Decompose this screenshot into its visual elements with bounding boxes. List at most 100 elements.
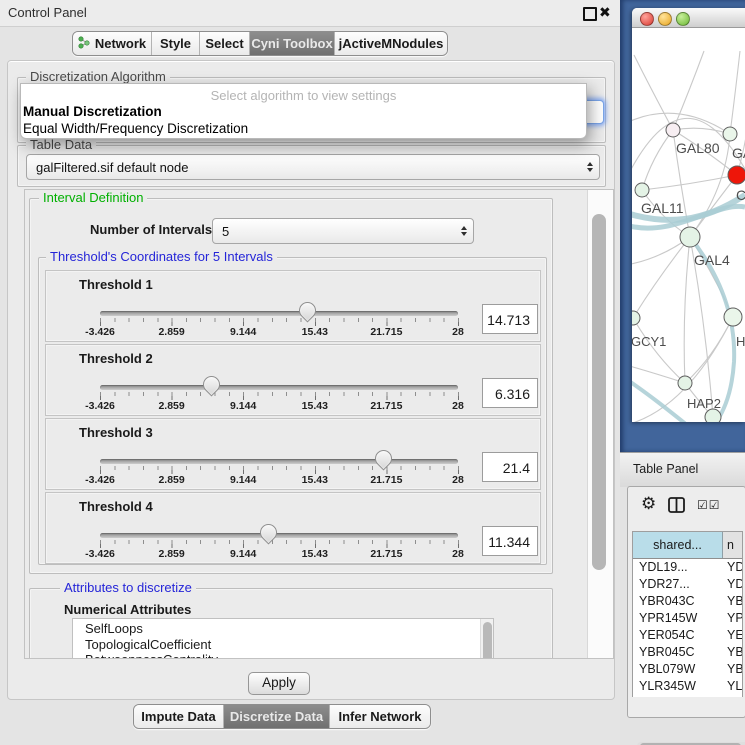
network-node[interactable]	[728, 166, 745, 184]
settings-vertical-scrollbar[interactable]	[587, 190, 614, 658]
attribute-list-item[interactable]: BetweennessCentrality	[73, 652, 493, 659]
close-traffic-light-icon[interactable]	[640, 12, 654, 26]
network-edge[interactable]	[684, 237, 690, 383]
column-view-icon[interactable]	[668, 497, 685, 518]
slider-track[interactable]	[100, 533, 458, 538]
combobox-stepper-icon	[455, 226, 473, 236]
attributes-scrollbar[interactable]	[480, 619, 493, 659]
threshold-value-field[interactable]: 6.316	[482, 378, 538, 408]
table-row[interactable]: YBL079WYBL0	[633, 660, 742, 677]
column-header-name[interactable]: n	[723, 532, 742, 558]
node-table: shared... n YDL19...YDL1YDR27...YDR2YBR0…	[632, 531, 743, 697]
tab-label: Select	[205, 36, 243, 51]
tab-cyni-toolbox[interactable]: Cyni Toolbox	[250, 32, 335, 55]
table-row[interactable]: YLR345WYLR3	[633, 677, 742, 694]
zoom-traffic-light-icon[interactable]	[676, 12, 690, 26]
tab-network[interactable]: Network	[73, 32, 152, 55]
network-node[interactable]	[678, 376, 692, 390]
network-node-label: HAP2	[687, 396, 721, 411]
cell-name[interactable]: YIL0	[722, 696, 742, 699]
dropdown-option-equal-width-frequency[interactable]: Equal Width/Frequency Discretization	[23, 121, 248, 136]
scrollbar-thumb[interactable]	[592, 214, 606, 570]
cell-shared-name[interactable]: YIL052C	[633, 696, 722, 699]
cell-name[interactable]: YBR0	[722, 594, 742, 608]
cell-name[interactable]: YBL0	[722, 662, 742, 676]
table-row[interactable]: YDL19...YDL1	[633, 558, 742, 575]
close-icon[interactable]: ✖	[599, 4, 611, 21]
tab-label: jActiveMNodules	[339, 36, 444, 51]
network-edge[interactable]	[642, 175, 737, 190]
network-node-label: GAL80	[676, 140, 720, 156]
tick-label: 28	[452, 548, 464, 560]
cell-name[interactable]: YDR2	[722, 577, 742, 591]
network-edge[interactable]	[632, 365, 685, 383]
apply-button[interactable]: Apply	[248, 672, 310, 695]
tab-style[interactable]: Style	[152, 32, 200, 55]
network-edge[interactable]	[633, 237, 690, 318]
cell-shared-name[interactable]: YDL19...	[633, 560, 722, 574]
cell-name[interactable]: YER0	[722, 628, 742, 642]
tab-label: Impute Data	[141, 709, 215, 724]
thresholds-group: Threshold's Coordinates for 5 Intervals …	[38, 257, 547, 565]
table-row[interactable]: YDR27...YDR2	[633, 575, 742, 592]
cell-shared-name[interactable]: YBR045C	[633, 645, 722, 659]
control-panel-titlebar: Control Panel ✖	[0, 0, 620, 27]
table-row[interactable]: YIL052CYIL0	[633, 694, 742, 698]
tick-label: 9.144	[230, 400, 256, 412]
slider-track[interactable]	[100, 311, 458, 316]
cell-shared-name[interactable]: YBR043C	[633, 594, 722, 608]
cell-name[interactable]: YLR3	[722, 679, 742, 693]
network-window-titlebar[interactable]	[632, 8, 745, 28]
network-node[interactable]	[666, 123, 680, 137]
network-edge[interactable]	[634, 55, 673, 130]
tab-impute-data[interactable]: Impute Data	[134, 705, 224, 728]
table-row[interactable]: YBR043CYBR0	[633, 592, 742, 609]
tab-select[interactable]: Select	[200, 32, 250, 55]
attribute-list-item[interactable]: SelfLoops	[73, 621, 493, 637]
network-node[interactable]	[632, 311, 640, 325]
network-node[interactable]	[723, 127, 737, 141]
network-edge[interactable]	[633, 318, 685, 383]
cell-name[interactable]: YDL1	[722, 560, 742, 574]
tab-discretize-data[interactable]: Discretize Data	[224, 705, 330, 728]
combobox-value: 5	[213, 224, 455, 239]
slider-track[interactable]	[100, 459, 458, 464]
cell-name[interactable]: YPR1	[722, 611, 742, 625]
table-data-combobox[interactable]: galFiltered.sif default node	[26, 154, 600, 180]
column-header-shared[interactable]: shared...	[633, 532, 723, 558]
table-row[interactable]: YER054CYER0	[633, 626, 742, 643]
float-window-icon[interactable]	[583, 7, 597, 21]
table-row[interactable]: YPR145WYPR1	[633, 609, 742, 626]
threshold-value-field[interactable]: 14.713	[482, 304, 538, 334]
cell-shared-name[interactable]: YLR345W	[633, 679, 722, 693]
cell-shared-name[interactable]: YPR145W	[633, 611, 722, 625]
combobox-value: galFiltered.sif default node	[27, 160, 581, 175]
attribute-list-item[interactable]: TopologicalCoefficient	[73, 637, 493, 653]
tick-label: 15.43	[302, 326, 328, 338]
tick-label: 2.859	[158, 400, 184, 412]
gear-icon[interactable]: ⚙	[641, 495, 656, 512]
network-edge[interactable]	[730, 51, 740, 134]
tab-jactivemnodules[interactable]: jActiveMNodules	[335, 32, 447, 55]
table-row[interactable]: YBR045CYBR0	[633, 643, 742, 660]
minimize-traffic-light-icon[interactable]	[658, 12, 672, 26]
cell-name[interactable]: YBR0	[722, 645, 742, 659]
select-columns-icon[interactable]: ☑☑	[697, 498, 721, 512]
tab-infer-network[interactable]: Infer Network	[330, 705, 430, 728]
cell-shared-name[interactable]: YDR27...	[633, 577, 722, 591]
number-of-intervals-combobox[interactable]: 5	[212, 218, 474, 244]
cell-shared-name[interactable]: YER054C	[633, 628, 722, 642]
dropdown-option-manual-discretization[interactable]: Manual Discretization	[23, 104, 162, 119]
network-node[interactable]	[635, 183, 649, 197]
cell-shared-name[interactable]: YBL079W	[633, 662, 722, 676]
slider-track[interactable]	[100, 385, 458, 390]
network-node[interactable]	[680, 227, 700, 247]
threshold-value-field[interactable]: 11.344	[482, 526, 538, 556]
network-node[interactable]	[724, 308, 742, 326]
threshold-value-field[interactable]: 21.4	[482, 452, 538, 482]
network-edge[interactable]	[642, 130, 673, 190]
network-canvas[interactable]: GAL80GACGAL11GAL4GCY1HHAP2	[632, 27, 745, 422]
tick-label: 2.859	[158, 474, 184, 486]
network-node-label: GCY1	[632, 334, 666, 349]
numerical-attributes-list: SelfLoopsTopologicalCoefficientBetweenne…	[72, 618, 494, 659]
